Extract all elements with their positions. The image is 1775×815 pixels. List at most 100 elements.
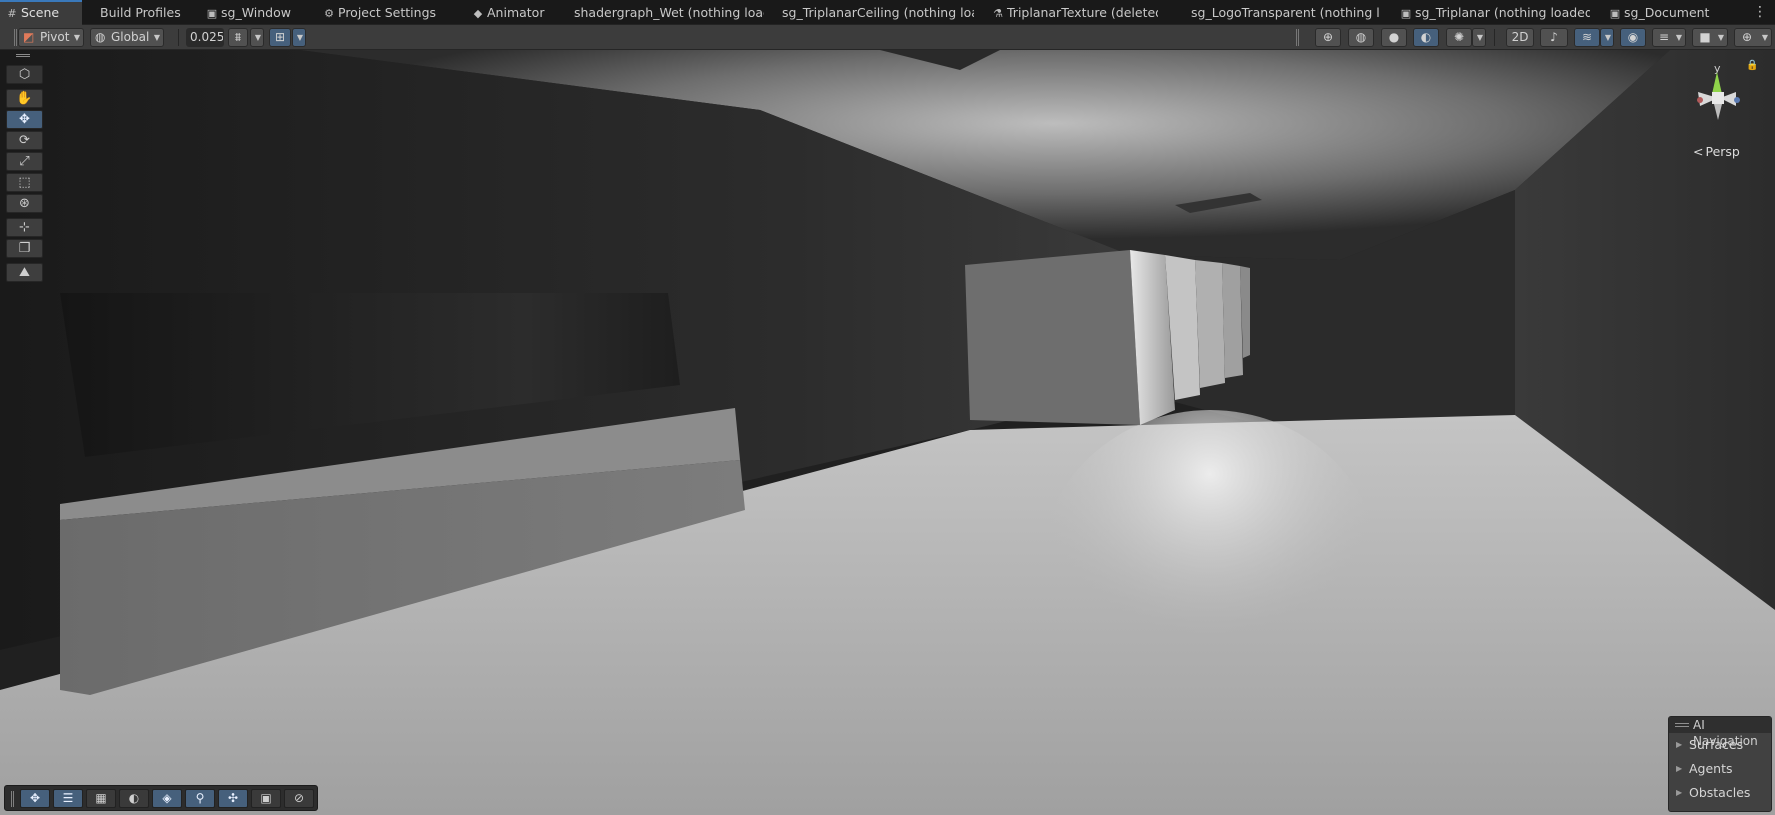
duplicate-tool-button[interactable]: ❐ (6, 239, 43, 258)
lighting-toggle-button[interactable]: ◐ (1413, 28, 1439, 47)
tab-sg-logo-transparent[interactable]: sg_LogoTransparent (nothing lo... (1185, 0, 1379, 25)
shaded-wire-icon: ◍ (1355, 30, 1367, 44)
tab-sg-triplanar[interactable]: ▣ sg_Triplanar (nothing loaded) (1394, 0, 1590, 25)
tab-sg-window[interactable]: ▣ sg_Window (200, 0, 292, 25)
toolbar-grip[interactable] (1296, 29, 1299, 46)
global-dropdown[interactable]: ◍ Global ▼ (90, 28, 164, 47)
visibility-icon: ◉ (1627, 30, 1639, 44)
chevron-down-icon: ▼ (153, 33, 160, 42)
toolbar-grip[interactable] (14, 29, 17, 46)
gizmo-x-tip (1697, 97, 1703, 103)
effects-dropdown[interactable]: ▼ (1472, 28, 1486, 47)
bottom-grid-button[interactable]: ▦ (86, 789, 116, 808)
snap-settings-button[interactable]: ⩩ (228, 28, 248, 47)
stall-door-3 (1195, 260, 1225, 388)
transform-tool-button[interactable]: ⊛ (6, 194, 43, 213)
rect-tool-button[interactable]: ⬚ (6, 173, 43, 192)
bottom-layers-button[interactable]: ◈ (152, 789, 182, 808)
chevron-down-icon: ▼ (1476, 33, 1483, 42)
shader-graph-icon: ▣ (1400, 7, 1412, 20)
tab-sg-document[interactable]: ▣ sg_Document (1603, 0, 1715, 25)
gizmos-dropdown[interactable]: ⊕ ▼ (1734, 28, 1772, 47)
chevron-left-icon: < (1693, 144, 1704, 159)
move-tool-button[interactable]: ✥ (6, 110, 43, 129)
bottom-lighting-button[interactable]: ◐ (119, 789, 149, 808)
gizmo-y-label: y (1714, 62, 1721, 75)
shaded-wire-button[interactable]: ◍ (1348, 28, 1374, 47)
scale-tool-button[interactable]: ⤢ (6, 152, 43, 171)
snap-dropdown[interactable]: ▼ (250, 28, 264, 47)
search-icon: ⚲ (195, 791, 205, 805)
scene-render[interactable] (0, 50, 1775, 815)
audio-toggle-button[interactable]: ♪ (1540, 28, 1568, 47)
hand-tool-icon: ✋ (16, 91, 33, 106)
pivot-dropdown[interactable]: ◩ Pivot ▼ (18, 28, 84, 47)
view-tool-button[interactable]: ⬡ (6, 65, 43, 84)
bottom-inspector-button[interactable]: ☰ (53, 789, 83, 808)
camera-dropdown[interactable]: ■ ▼ (1692, 28, 1728, 47)
snap-icon: ✣ (227, 791, 239, 805)
pivot-icon: ◩ (23, 30, 35, 44)
view-cube-icon: ⬡ (18, 67, 31, 82)
bottom-camera-button[interactable]: ▣ (251, 789, 281, 808)
snap-grid-icon: ⩩ (234, 30, 242, 44)
ai-navigation-surfaces[interactable]: ▶ Surfaces (1669, 733, 1771, 757)
tab-build-profiles[interactable]: Build Profiles (94, 0, 184, 25)
kebab-menu-icon[interactable]: ⋮ (1753, 4, 1767, 20)
wireframe-button[interactable]: ⊕ (1315, 28, 1341, 47)
2d-toggle-button[interactable]: 2D (1506, 28, 1534, 47)
bottom-search-button[interactable]: ⚲ (185, 789, 215, 808)
visibility-button[interactable]: ◉ (1620, 28, 1646, 47)
ai-navigation-header[interactable]: AI Navigation (1669, 717, 1771, 748)
tab-scene[interactable]: # Scene (0, 0, 82, 25)
grid-snap-button[interactable]: ⊞ (269, 28, 291, 47)
tab-project-settings[interactable]: ⚙ Project Settings (317, 0, 447, 25)
bottom-move-button[interactable]: ✥ (20, 789, 50, 808)
rotate-tool-icon: ⟳ (19, 133, 30, 148)
snap-increment-field[interactable]: 0.025 (186, 28, 224, 47)
tab-animator[interactable]: ◆ Animator (466, 0, 551, 25)
tab-shadergraph-wet[interactable]: shadergraph_Wet (nothing loade (568, 0, 764, 25)
scene-viewport[interactable]: ⬡ ✋ ✥ ⟳ ⤢ ⬚ ⊛ ⊹ ❐ ⛰ y 🔒 < Persp AI Naviga… (0, 50, 1775, 815)
effects-button[interactable]: ✺ (1446, 28, 1472, 47)
effects-icon: ✺ (1453, 30, 1465, 44)
grid-snap-icon: ⊞ (274, 30, 286, 44)
layers-dropdown[interactable]: ▼ (1600, 28, 1614, 47)
globe-icon: ◍ (95, 30, 106, 44)
hand-tool-button[interactable]: ✋ (6, 89, 43, 108)
ai-navigation-obstacles[interactable]: ▶ Obstacles (1669, 781, 1771, 805)
gizmo-neg-y[interactable] (1714, 104, 1722, 120)
toolbar-grip[interactable] (11, 791, 14, 807)
rotate-tool-button[interactable]: ⟳ (6, 131, 43, 150)
custom-tool-button[interactable]: ⊹ (6, 218, 43, 237)
2d-toggle-icon: 2D (1511, 30, 1529, 44)
grid-dropdown[interactable]: ▼ (292, 28, 306, 47)
lock-icon[interactable]: 🔒 (1746, 59, 1758, 71)
chevron-down-icon: ▼ (1604, 33, 1611, 42)
terrain-tool-button[interactable]: ⛰ (6, 263, 43, 282)
chevron-down-icon: ▼ (296, 33, 303, 42)
shaded-button[interactable]: ● (1381, 28, 1407, 47)
move-icon: ✥ (29, 791, 41, 805)
gizmo-center[interactable] (1712, 92, 1724, 104)
bottom-compass-button[interactable]: ⊘ (284, 789, 314, 808)
ai-navigation-agents[interactable]: ▶ Agents (1669, 757, 1771, 781)
gizmo-y-axis[interactable] (1712, 72, 1722, 94)
tools-grip[interactable] (16, 54, 30, 57)
layers-icon: ◈ (162, 791, 172, 805)
panel-grip-icon (1675, 723, 1689, 727)
shader-graph-icon: ▣ (206, 7, 218, 20)
bottom-snap-button[interactable]: ✣ (218, 789, 248, 808)
perspective-toggle[interactable]: < Persp (1693, 144, 1740, 159)
tab-sg-triplanar-ceiling[interactable]: sg_TriplanarCeiling (nothing load (776, 0, 974, 25)
overlays-dropdown[interactable]: ≡ ▼ (1652, 28, 1686, 47)
bottom-overlay-toolbar: ✥ ☰ ▦ ◐ ◈ ⚲ ✣ ▣ ⊘ (4, 785, 318, 811)
graph-icon: ⚗ (993, 7, 1003, 20)
wireframe-icon: ⊕ (1322, 30, 1334, 44)
tab-triplanar-texture[interactable]: ⚗ TriplanarTexture (deleted) (986, 0, 1158, 25)
rect-tool-icon: ⬚ (18, 175, 31, 190)
layers-button[interactable]: ≋ (1574, 28, 1600, 47)
expand-arrow-icon: ▶ (1676, 740, 1683, 749)
separator (1494, 29, 1495, 46)
expand-arrow-icon: ▶ (1676, 788, 1683, 797)
